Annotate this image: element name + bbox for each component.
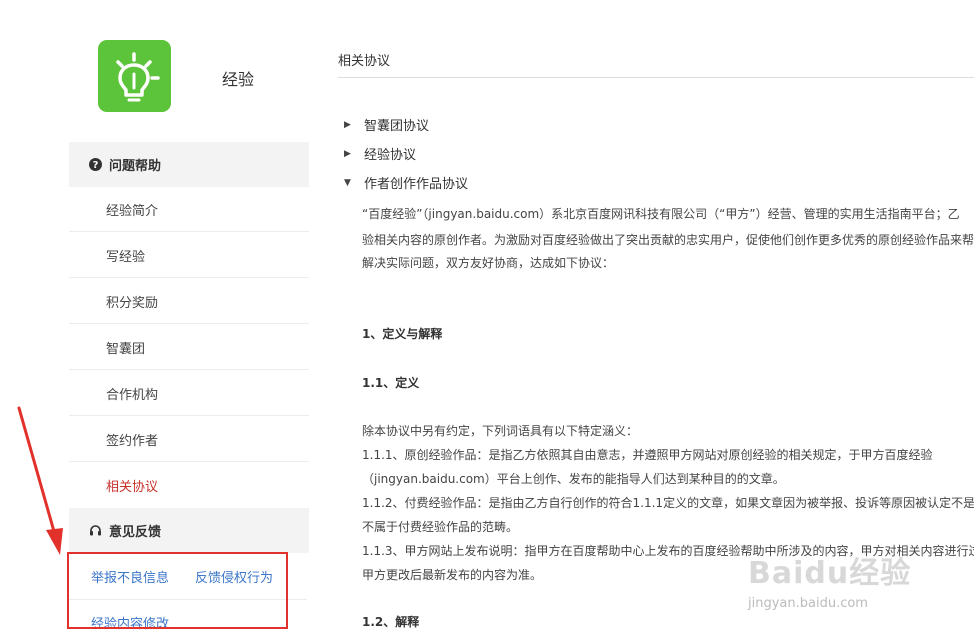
accordion-label: 经验协议 (364, 148, 417, 163)
section-heading: 1.2、解释 (362, 615, 420, 629)
accordion-label: 智囊团协议 (364, 119, 430, 134)
accordion-label: 作者创作作品协议 (364, 177, 469, 192)
accordion-author-works-agreement[interactable]: ▼ 作者创作作品协议 (344, 173, 468, 192)
caret-right-icon: ▶ (344, 148, 351, 159)
caret-right-icon: ▶ (344, 119, 351, 130)
agreement-intro-line: “百度经验”（jingyan.baidu.com）系北京百度网讯科技有限公司（“… (362, 207, 960, 221)
title-divider (338, 77, 974, 78)
page: 经验 ? 问题帮助 经验简介 写经验 积分奖励 智囊团 合作机构 签约作者 相关… (0, 0, 974, 633)
definition-intro: 除本协议中另有约定，下列词语具有以下特定涵义： (362, 424, 639, 438)
definition-line: 甲方更改后最新发布的内容为准。 (362, 568, 543, 582)
definition-line: 1.1.1、原创经验作品：是指乙方依照其自由意志，并遵照甲方网站对原创经验的相关… (362, 448, 933, 462)
annotation-arrow-icon (17, 406, 63, 555)
definition-line: 不属于付费经验作品的范畴。 (362, 520, 519, 534)
page-title: 相关协议 (338, 54, 391, 69)
definition-line: （jingyan.baidu.com）平台上创作、发布的能指导人们达到某种目的的… (362, 472, 785, 486)
definition-line: 1.1.3、甲方网站上发布说明：指甲方在百度帮助中心上发布的百度经验帮助中所涉及… (362, 544, 974, 558)
agreement-intro-line: 解决实际问题，双方友好协商，达成如下协议： (362, 256, 615, 270)
caret-down-icon: ▼ (344, 177, 351, 188)
agreement-intro-line: 验相关内容的原创作者。为激励对百度经验做出了突出贡献的忠实用户，促使他们创作更多… (362, 233, 974, 247)
accordion-experience-agreement[interactable]: ▶ 经验协议 (344, 144, 416, 163)
definition-line: 1.1.2、付费经验作品：是指由乙方自行创作的符合1.1.1定义的文章，如果文章… (362, 496, 974, 510)
section-heading: 1.1、定义 (362, 376, 420, 390)
accordion-think-tank-agreement[interactable]: ▶ 智囊团协议 (344, 115, 429, 134)
section-heading: 1、定义与解释 (362, 327, 443, 341)
